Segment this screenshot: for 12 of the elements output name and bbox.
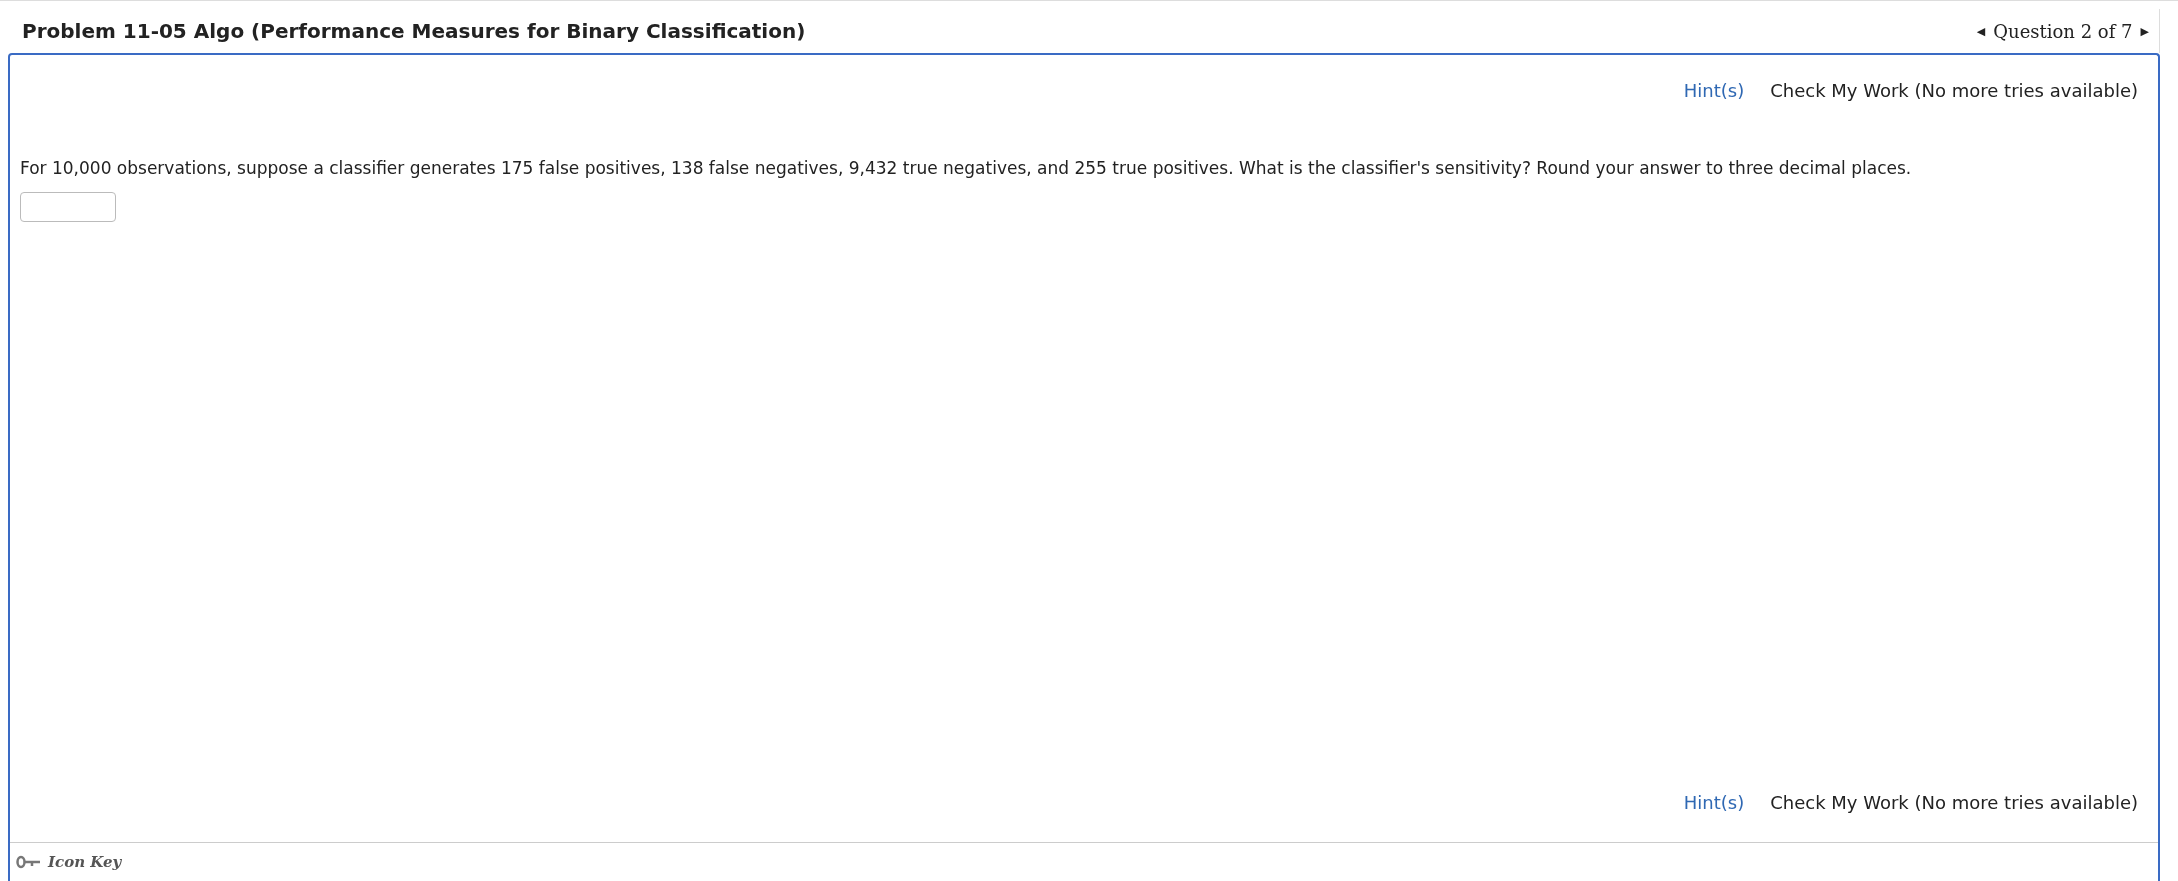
answer-field[interactable] xyxy=(20,192,116,222)
question-text: For 10,000 observations, suppose a classifier generates 175 false positives, 138 false negatives, 9,432 true negatives, and 255 true positives. What is the classifier's sensitivity? Round your answer to three decimal places. xyxy=(19,157,1913,180)
next-question-button[interactable]: ▶ xyxy=(2140,24,2149,38)
hints-link[interactable]: Hint(s) xyxy=(1683,791,1745,813)
check-my-work-button[interactable]: Check My Work (No more tries available) xyxy=(1770,791,2138,813)
icon-key-label: Icon Key xyxy=(48,853,122,871)
question-counter: Question 2 of 7 xyxy=(1993,20,2133,42)
previous-question-button[interactable]: ◀ xyxy=(1976,24,1986,38)
check-my-work-button[interactable]: Check My Work (No more tries available) xyxy=(1770,79,2138,101)
hints-link[interactable]: Hint(s) xyxy=(1683,79,1745,101)
key-icon xyxy=(16,855,42,869)
problem-title: Problem 11-05 Algo (Performance Measures for Binary Classification) xyxy=(22,19,806,43)
